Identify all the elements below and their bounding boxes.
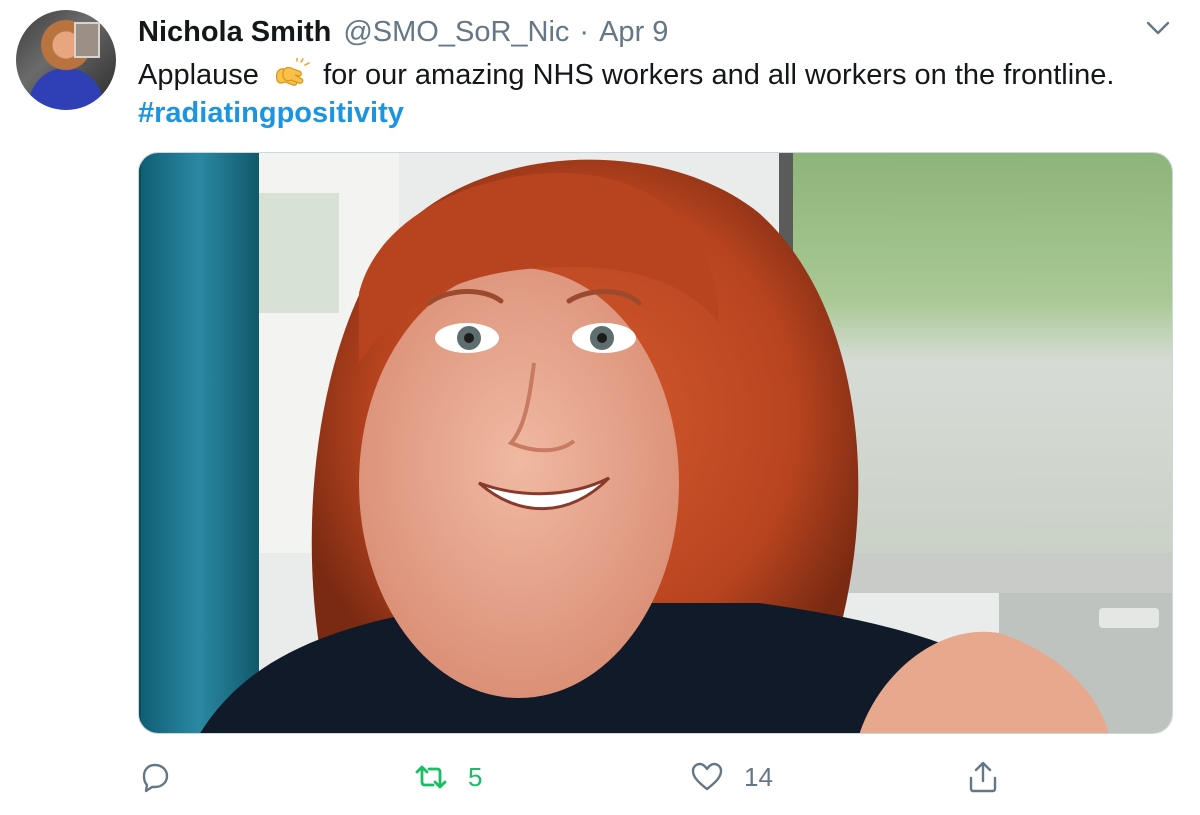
like-count: 14 — [744, 761, 773, 792]
heart-icon — [691, 762, 723, 791]
tweet-header: Nichola Smith @SMO_SoR_Nic · Apr 9 — [138, 12, 668, 52]
retweet-button[interactable]: 5 — [414, 752, 482, 802]
share-button[interactable] — [966, 752, 1000, 802]
author-handle[interactable]: @SMO_SoR_Nic — [343, 12, 569, 52]
author-avatar[interactable] — [16, 10, 116, 110]
reply-button[interactable] — [138, 752, 172, 802]
share-icon — [969, 761, 997, 793]
retweet-count: 5 — [468, 761, 483, 792]
tweet-text-end: for our amazing NHS workers and all work… — [323, 59, 1115, 91]
hashtag-link[interactable]: #radiatingpositivity — [138, 94, 1178, 132]
clapping-hands-icon — [275, 58, 310, 86]
author-name[interactable]: Nichola Smith — [138, 12, 331, 52]
tweet-card[interactable]: Nichola Smith @SMO_SoR_Nic · Apr 9 Appla… — [0, 0, 1200, 815]
retweet-icon — [415, 765, 447, 789]
tweet-actions: 5 14 — [138, 752, 1178, 802]
header-separator: · — [579, 16, 590, 48]
avatar-background-frame — [74, 22, 100, 58]
chevron-down-icon[interactable] — [1144, 16, 1172, 40]
tweet-text: Applause for our amazing NHS workers and… — [138, 56, 1178, 132]
photo-illustration — [139, 153, 1172, 733]
reply-icon — [142, 763, 169, 793]
tweet-date[interactable]: Apr 9 — [599, 12, 668, 52]
tweet-photo[interactable] — [138, 152, 1173, 734]
like-button[interactable]: 14 — [690, 752, 773, 802]
tweet-text-start: Applause — [138, 59, 259, 91]
